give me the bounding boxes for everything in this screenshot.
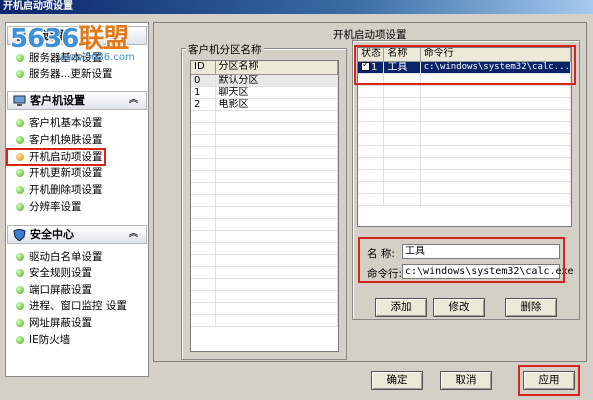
nav-item-client-skin[interactable]: 客户机换肤设置	[7, 132, 147, 148]
group-header-client[interactable]: 客户机设置 ︽	[7, 91, 147, 110]
status-dot-icon	[16, 203, 24, 211]
table-row[interactable]: 1 聊天区	[191, 86, 338, 99]
watermark-logo-suffix: 联盟	[78, 24, 129, 54]
collapse-chevron-icon[interactable]: ︽	[129, 92, 138, 109]
nav-item-server-update[interactable]: 服务器...更新设置	[7, 66, 147, 82]
status-dot-icon	[16, 253, 24, 261]
nav-item-resolution[interactable]: 分辨率设置	[7, 199, 147, 215]
cancel-button[interactable]: 取消	[440, 371, 492, 390]
nav-item-label: 进程、窗口监控 设置	[29, 300, 127, 312]
nav-item-delete[interactable]: 开机删除项设置	[7, 182, 147, 198]
nav-item-label: 分辨率设置	[29, 201, 82, 213]
column-header-partition-name[interactable]: 分区名称	[215, 61, 338, 75]
nav-item-driver-whitelist[interactable]: 驱动白名单设置	[7, 249, 147, 265]
nav-item-client-basic[interactable]: 客户机基本设置	[7, 115, 147, 131]
status-dot-icon	[16, 169, 24, 177]
group-header-security[interactable]: 安全中心 ︽	[7, 225, 147, 244]
nav-item-ie-firewall[interactable]: IE防火墙	[7, 332, 147, 348]
nav-item-label: 开机启动项设置	[29, 151, 103, 163]
nav-item-startup[interactable]: 开机启动项设置	[6, 148, 106, 166]
group-header-label: 安全中心	[30, 228, 74, 241]
status-dot-icon	[16, 269, 24, 277]
partition-table[interactable]: ID 分区名称 0 默认分区 1 聊天区 2 电影区	[190, 60, 339, 352]
nav-item-label: 驱动白名单设置	[29, 251, 103, 263]
delete-button[interactable]: 删除	[505, 298, 557, 317]
status-dot-icon	[16, 153, 24, 161]
watermark-url: www.5636.com	[58, 52, 135, 63]
nav-item-label: 开机更新项设置	[29, 167, 103, 179]
highlight-box	[358, 237, 565, 283]
ok-button[interactable]: 确定	[371, 371, 423, 390]
status-dot-icon	[16, 54, 24, 62]
nav-item-label: 客户机换肤设置	[29, 134, 103, 146]
cell-partition-name: 电影区	[215, 98, 338, 111]
cell-id: 1	[191, 86, 216, 99]
nav-item-label: 客户机基本设置	[29, 117, 103, 129]
status-dot-icon	[16, 302, 24, 310]
cell-partition-name: 默认分区	[215, 74, 338, 87]
nav-item-label: IE防火墙	[29, 334, 71, 346]
nav-item-label: 端口屏蔽设置	[29, 284, 92, 296]
status-dot-icon	[16, 286, 24, 294]
shield-icon	[13, 228, 26, 246]
computer-icon	[13, 95, 26, 112]
nav-item-label: 服务器...更新设置	[29, 68, 113, 80]
status-dot-icon	[16, 336, 24, 344]
nav-item-process-monitor[interactable]: 进程、窗口监控 设置	[7, 298, 147, 314]
status-dot-icon	[16, 319, 24, 327]
status-dot-icon	[16, 186, 24, 194]
partition-legend: 客户机分区名称	[186, 42, 264, 57]
nav-item-port-block[interactable]: 端口屏蔽设置	[7, 282, 147, 298]
status-dot-icon	[16, 119, 24, 127]
add-button[interactable]: 添加	[375, 298, 427, 317]
table-row[interactable]: 2 电影区	[191, 98, 338, 111]
nav-item-url-block[interactable]: 网址屏蔽设置	[7, 315, 147, 331]
window-title: 开机启动项设置	[0, 0, 593, 14]
cell-id: 0	[191, 74, 216, 87]
cell-id: 2	[191, 98, 216, 111]
nav-item-label: 网址屏蔽设置	[29, 317, 92, 329]
highlight-box	[518, 365, 580, 396]
watermark-logo: 5636联盟	[10, 18, 129, 55]
nav-item-security-rules[interactable]: 安全规则设置	[7, 265, 147, 281]
status-dot-icon	[16, 136, 24, 144]
cell-partition-name: 聊天区	[215, 86, 338, 99]
collapse-chevron-icon[interactable]: ︽	[129, 226, 138, 243]
table-row[interactable]: 0 默认分区	[191, 74, 338, 87]
nav-item-label: 开机删除项设置	[29, 184, 103, 196]
nav-item-label: 安全规则设置	[29, 267, 92, 279]
nav-item-update[interactable]: 开机更新项设置	[7, 165, 147, 181]
watermark-logo-number: 5636	[10, 24, 79, 54]
modify-button[interactable]: 修改	[433, 298, 485, 317]
highlight-box	[354, 45, 576, 85]
group-header-label: 客户机设置	[30, 94, 85, 107]
column-header-id[interactable]: ID	[191, 61, 216, 75]
status-dot-icon	[16, 70, 24, 78]
